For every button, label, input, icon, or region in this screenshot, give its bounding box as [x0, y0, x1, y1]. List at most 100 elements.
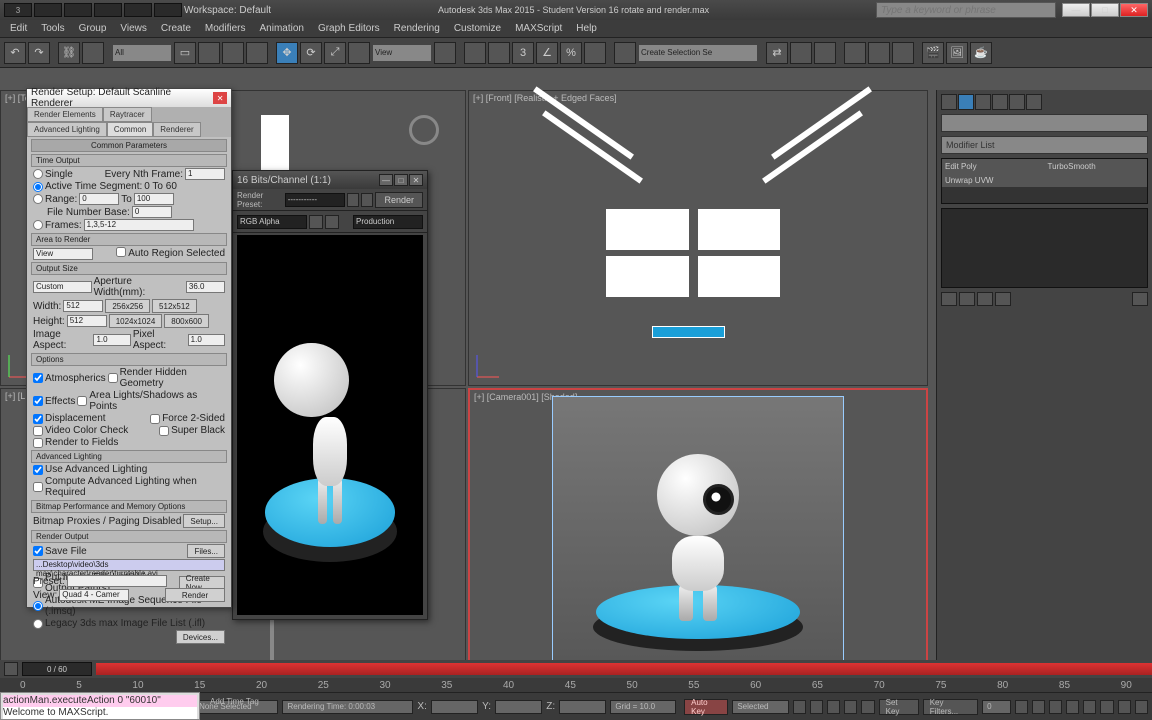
- hierarchy-tab-icon[interactable]: [975, 94, 991, 110]
- app-menu[interactable]: 3: [4, 3, 32, 17]
- range-radio[interactable]: [33, 194, 43, 204]
- keymode[interactable]: Selected: [732, 700, 789, 714]
- spinner-snap-icon[interactable]: [584, 42, 606, 64]
- motion-tab-icon[interactable]: [992, 94, 1008, 110]
- menu-tools[interactable]: Tools: [35, 23, 70, 34]
- modify-tab-icon[interactable]: [958, 94, 974, 110]
- create-tab-icon[interactable]: [941, 94, 957, 110]
- keyboard-icon[interactable]: [488, 42, 510, 64]
- rf-min-icon[interactable]: —: [379, 174, 393, 186]
- width-field[interactable]: 512: [63, 300, 103, 312]
- menu-views[interactable]: Views: [114, 23, 153, 34]
- time-slider[interactable]: [96, 663, 1152, 675]
- workspace-selector[interactable]: Workspace: Default: [184, 5, 271, 16]
- render-icon[interactable]: ☕: [970, 42, 992, 64]
- qat-undo[interactable]: [124, 3, 152, 17]
- prev-frame-icon[interactable]: [810, 700, 823, 714]
- single-radio[interactable]: [33, 169, 43, 179]
- force2-check[interactable]: [150, 414, 160, 424]
- maximize-viewport-icon[interactable]: [1135, 700, 1148, 714]
- pin-stack-icon[interactable]: [941, 292, 957, 306]
- menu-create[interactable]: Create: [155, 23, 197, 34]
- snap-3-icon[interactable]: 3: [512, 42, 534, 64]
- menu-animation[interactable]: Animation: [253, 23, 309, 34]
- window-crossing-icon[interactable]: [246, 42, 268, 64]
- devices-button[interactable]: Devices...: [176, 630, 225, 644]
- timeline-toggle-icon[interactable]: [4, 662, 18, 676]
- frame-indicator[interactable]: 0 / 60: [22, 662, 92, 676]
- mirror-icon[interactable]: ⇄: [766, 42, 788, 64]
- save-path[interactable]: ...Desktop\video\3ds max\character\rende…: [33, 559, 225, 571]
- pix-aspect[interactable]: 1.0: [188, 334, 225, 346]
- modifier-stack[interactable]: Edit PolyTurboSmooth Unwrap UVW: [941, 158, 1148, 204]
- menu-rendering[interactable]: Rendering: [388, 23, 446, 34]
- utilities-tab-icon[interactable]: [1026, 94, 1042, 110]
- aperture-field[interactable]: 36.0: [186, 281, 225, 293]
- move-icon[interactable]: ✥: [276, 42, 298, 64]
- render-fields-check[interactable]: [33, 438, 43, 448]
- file-num-base[interactable]: 0: [132, 206, 172, 218]
- close-icon[interactable]: ✕: [213, 92, 227, 104]
- orbit-icon[interactable]: [1118, 700, 1131, 714]
- layers-icon[interactable]: [814, 42, 836, 64]
- ref-coord[interactable]: View: [372, 44, 432, 62]
- zoom-all-icon[interactable]: [1049, 700, 1062, 714]
- effects-check[interactable]: [33, 396, 43, 406]
- area-mode[interactable]: View: [33, 248, 93, 260]
- rf-render-button[interactable]: Render: [375, 192, 423, 208]
- save-file-check[interactable]: [33, 546, 43, 556]
- keyfilters-button[interactable]: Key Filters...: [923, 699, 978, 715]
- preset-800[interactable]: 800x600: [164, 314, 209, 328]
- tab-renderer[interactable]: Renderer: [153, 122, 200, 137]
- tab-common[interactable]: Common: [107, 122, 153, 137]
- output-size-mode[interactable]: Custom: [33, 281, 92, 293]
- play-icon[interactable]: [827, 700, 840, 714]
- area-lights-check[interactable]: [77, 396, 87, 406]
- time-ruler[interactable]: 051015202530354045505560657075808590: [0, 678, 1152, 692]
- remove-modifier-icon[interactable]: [995, 292, 1011, 306]
- preset-512[interactable]: 512x512: [152, 299, 197, 313]
- time-config-icon[interactable]: [1015, 700, 1028, 714]
- menu-maxscript[interactable]: MAXScript: [509, 23, 568, 34]
- material-editor-icon[interactable]: [892, 42, 914, 64]
- rf-preset[interactable]: -----------: [285, 193, 345, 207]
- manipulate-icon[interactable]: [464, 42, 486, 64]
- make-unique-icon[interactable]: [977, 292, 993, 306]
- next-frame-icon[interactable]: [844, 700, 857, 714]
- range-end[interactable]: 100: [134, 193, 174, 205]
- preset-256[interactable]: 256x256: [105, 299, 150, 313]
- menu-group[interactable]: Group: [73, 23, 113, 34]
- redo-icon[interactable]: ↷: [28, 42, 50, 64]
- auto-region-check[interactable]: [116, 247, 126, 257]
- selection-filter[interactable]: All: [112, 44, 172, 62]
- help-search[interactable]: [876, 2, 1056, 18]
- rf-save-icon[interactable]: [361, 193, 373, 207]
- displacement-check[interactable]: [33, 414, 43, 424]
- maximize-button[interactable]: □: [1091, 3, 1119, 17]
- autokey-button[interactable]: Auto Key: [684, 699, 728, 715]
- pan-icon[interactable]: [1100, 700, 1113, 714]
- object-name-field[interactable]: [941, 114, 1148, 132]
- close-button[interactable]: ✕: [1120, 3, 1148, 17]
- display-tab-icon[interactable]: [1009, 94, 1025, 110]
- goto-end-icon[interactable]: [861, 700, 874, 714]
- atmospherics-check[interactable]: [33, 373, 43, 383]
- render-hidden-check[interactable]: [108, 373, 118, 383]
- unlink-icon[interactable]: [82, 42, 104, 64]
- every-nth-field[interactable]: 1: [185, 168, 225, 180]
- qat-new[interactable]: [34, 3, 62, 17]
- place-icon[interactable]: [348, 42, 370, 64]
- angle-snap-icon[interactable]: ∠: [536, 42, 558, 64]
- qat-redo[interactable]: [154, 3, 182, 17]
- add-time-tag[interactable]: Add Time Tag: [210, 697, 259, 706]
- rf-lock-icon[interactable]: [347, 193, 359, 207]
- fov-icon[interactable]: [1083, 700, 1096, 714]
- pivot-icon[interactable]: [434, 42, 456, 64]
- super-black-check[interactable]: [159, 426, 169, 436]
- rf-alpha-icon[interactable]: [325, 215, 339, 229]
- curve-editor-icon[interactable]: [844, 42, 866, 64]
- render-frame-icon[interactable]: 🖼: [946, 42, 968, 64]
- z-field[interactable]: [559, 700, 606, 714]
- compute-adv-check[interactable]: [33, 482, 43, 492]
- select-icon[interactable]: ▭: [174, 42, 196, 64]
